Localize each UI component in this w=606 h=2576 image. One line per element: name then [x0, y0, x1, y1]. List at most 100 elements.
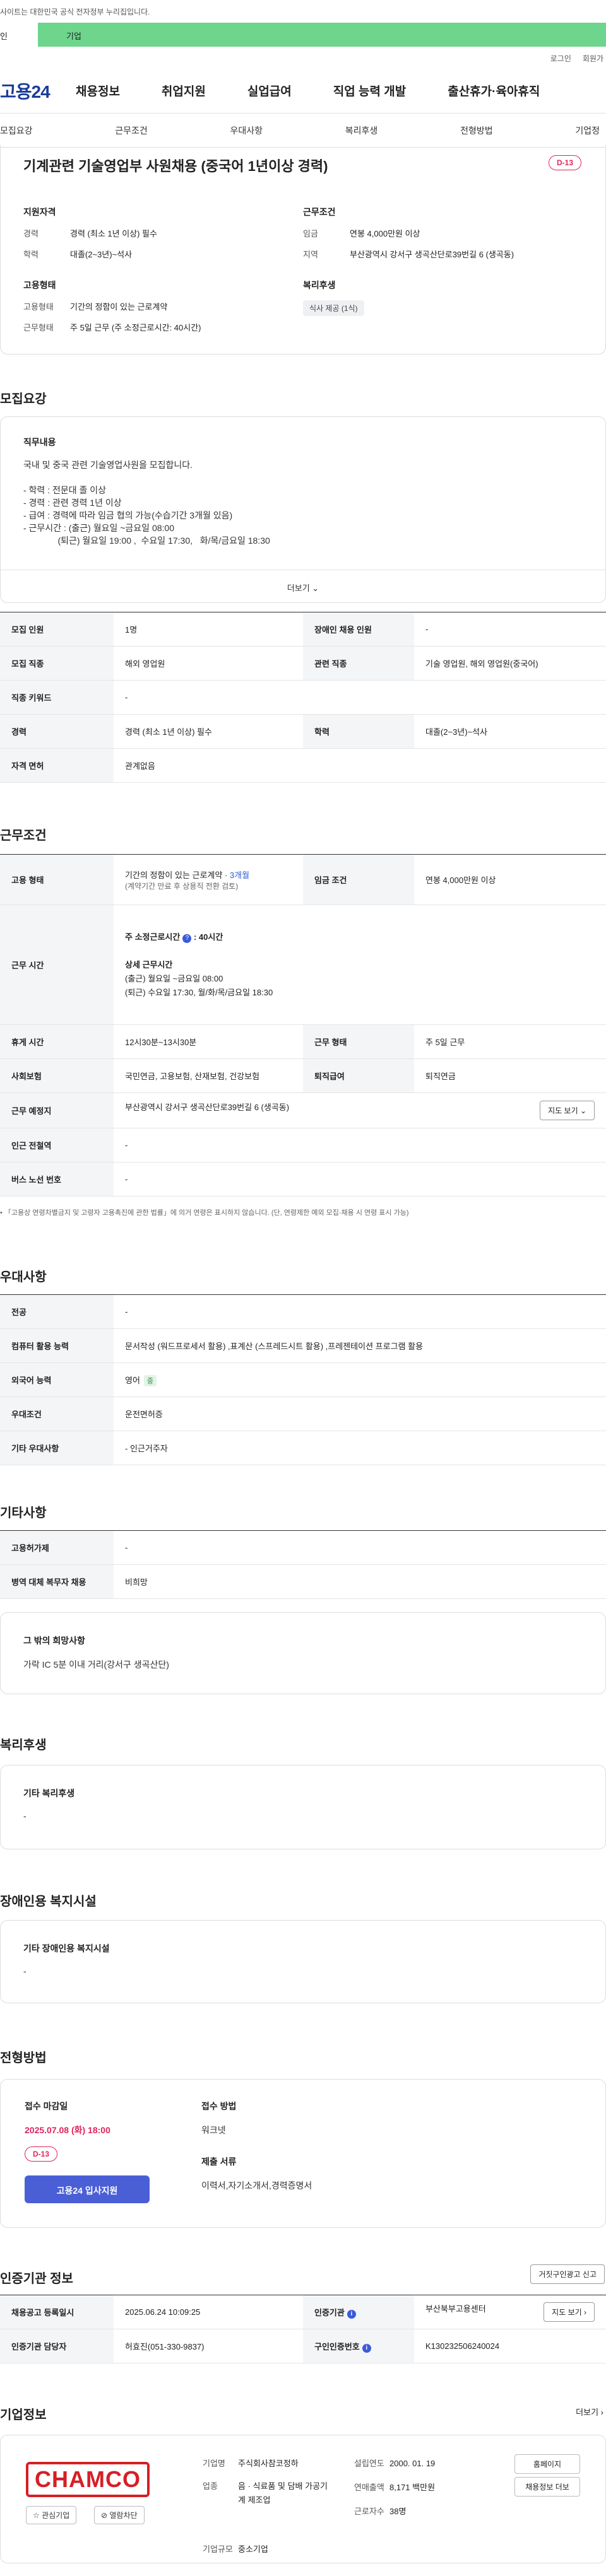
form-value: 주 5일 근무: [414, 1024, 606, 1059]
org-key-text: 인증기관: [314, 2307, 345, 2317]
company-more-link[interactable]: 더보기 ›: [576, 2406, 603, 2418]
company-box: CHAMCO ☆ 관심기업 ⊘ 열람차단 기업명 주식회사참코정하 업종 음 · 식…: [0, 2435, 606, 2563]
co-size-value: 중소기업: [238, 2544, 268, 2554]
nav-employment-support[interactable]: 취업지원: [162, 82, 206, 99]
lic-key: 자격 면허: [0, 748, 114, 783]
emp-heading: 고용형태: [23, 280, 56, 290]
time-h1: 주 소정근로시간: [125, 932, 181, 942]
org-value: 부산북부고용센터 지도 보기 ›: [414, 2295, 606, 2329]
rehire-value: -: [114, 1530, 606, 1565]
pref-etc-value: - 인근거주자: [114, 1431, 606, 1465]
subnav-company[interactable]: 기업정: [575, 124, 600, 137]
apply-dday-badge: D-13: [25, 2146, 58, 2162]
section-title-pref: 우대사항: [0, 1270, 47, 1284]
bus-key: 버스 노선 번호: [0, 1162, 114, 1197]
mgr-value: 허효진(051-330-9837): [114, 2329, 303, 2363]
lang-text: 영어: [125, 1375, 140, 1385]
pref-table: 전공 - 컴퓨터 활용 능력 문서작성 (워드프로세서 활용) ,표계산 (스프레드…: [0, 1294, 606, 1465]
job-desc-body: 국내 및 중국 관련 기술영업사원을 모집합니다. - 학력 : 전문대 졸 이…: [23, 460, 270, 546]
section-title-welfare: 복리후생: [0, 1738, 47, 1752]
deadline-value: 2025.07.08 (화) 18:00: [25, 2125, 110, 2135]
company-jobs-button[interactable]: 채용정보 더보: [514, 2477, 580, 2497]
career-key: 경력: [23, 229, 39, 238]
co-name-value: 주식회사참코정하: [238, 2459, 299, 2468]
etc-wish-value: 가락 IC 5분 이내 거리(강서구 생곡산단): [23, 1660, 169, 1670]
org-map-button[interactable]: 지도 보기 ›: [544, 2302, 595, 2322]
fav-company-button[interactable]: ☆ 관심기업: [26, 2506, 77, 2524]
etc-table: 고용허가제 - 병역 대체 복무자 채용 비희망: [0, 1530, 606, 1599]
age-notice: • 「고용상 연령차별금지 및 고령자 고용촉진에 관한 법률」에 의거 연령은…: [0, 1209, 409, 1217]
welfare-box: 기타 복리후생 -: [0, 1765, 606, 1849]
nav-jobs[interactable]: 채용정보: [76, 82, 120, 99]
site-logo[interactable]: 고용24: [0, 78, 76, 103]
job-desc-heading: 직무내용: [23, 437, 56, 447]
map-button[interactable]: 지도 보기 ⌄: [540, 1101, 595, 1120]
main-nav: 고용24 채용정보 취업지원 실업급여 직업 능력 개발 출산휴가·육아휴직: [0, 68, 606, 114]
co-biz-value: 음 · 식료품 및 담배 가공기계 제조업: [238, 2481, 328, 2505]
etc-wish-box: 그 밖의 희망사항 가락 IC 5분 이내 거리(강서구 생곡산단): [0, 1612, 606, 1694]
co-biz-row: 업종 음 · 식료품 및 담배 가공기계 제조업: [203, 2479, 354, 2507]
nav-maternity-leave[interactable]: 출산휴가·육아휴직: [448, 82, 540, 99]
job-description-box: 직무내용 국내 및 중국 관련 기술영업사원을 모집합니다. - 학력 : 전문…: [0, 416, 606, 603]
docs-value: 이력서,자기소개서,경력증명서: [201, 2181, 312, 2191]
rehire-key: 고용허가제: [0, 1530, 114, 1565]
subway-key: 인근 전철역: [0, 1128, 114, 1162]
docs-heading: 제출 서류: [201, 2157, 237, 2167]
site-tab-personal[interactable]: 인: [0, 23, 38, 47]
subnav-recruit[interactable]: 모집요강: [0, 124, 33, 137]
block-company-button[interactable]: ⊘ 열람차단: [94, 2506, 145, 2524]
gov-notice-bar: 사이트는 대한민국 공식 전자정부 누리집입니다.: [0, 0, 606, 23]
welfare-heading: 복리후생: [303, 280, 336, 290]
subnav-welfare[interactable]: 복리후생: [345, 124, 378, 137]
apply-right: 접수 방법 워크넷 제출 서류 이력서,자기소개서,경력증명서: [201, 2100, 312, 2192]
deadline-heading: 접수 마감일: [25, 2101, 68, 2111]
subnav-work[interactable]: 근무조건: [115, 124, 148, 137]
report-fake-ad-button[interactable]: 거짓구인광고 신고: [530, 2264, 605, 2284]
rel-key: 관련 직종: [303, 646, 414, 681]
subnav-apply[interactable]: 전형방법: [460, 124, 493, 137]
subnav-pref[interactable]: 우대사항: [230, 124, 263, 137]
edu-key: 학력: [23, 250, 39, 259]
org-info-icon[interactable]: i: [347, 2309, 356, 2319]
site-tab-business[interactable]: 기업: [38, 23, 101, 47]
site-tabs: 인 기업: [0, 23, 606, 47]
section-title-recruit: 모집요강: [0, 392, 47, 406]
time-key: 근무 시간: [0, 905, 114, 1025]
kw-value: -: [114, 680, 606, 715]
form-key: 근무 형태: [303, 1024, 414, 1059]
more-button[interactable]: 더보기 ⌄: [1, 570, 605, 602]
region-key: 지역: [303, 250, 318, 259]
summary-right: 근무조건 임금 연봉 4,000만원 이상 지역 부산광역시 강서구 생곡산단로39…: [303, 206, 583, 342]
signup-link[interactable]: 회원가: [583, 53, 603, 68]
section-subnav: 모집요강 근무조건 우대사항 복리후생 전형방법 기업정: [0, 114, 606, 148]
career-value: 경력 (최소 1년 이상) 필수: [70, 229, 157, 238]
help-icon[interactable]: ?: [182, 934, 192, 943]
count-key: 모집 인원: [0, 612, 114, 647]
military-value: 비희망: [114, 1564, 606, 1599]
gov-notice-text: 사이트는 대한민국 공식 전자정부 누리집입니다.: [0, 8, 150, 16]
pc-key: 컴퓨터 활용 능력: [0, 1328, 114, 1363]
time-line2: (퇴근) 수요일 17:30, 월/화/목/금요일 18:30: [125, 987, 273, 997]
lang-key: 외국어 능력: [0, 1362, 114, 1397]
login-link[interactable]: 로그인: [550, 53, 571, 68]
org-text: 부산북부고용센터: [425, 2304, 486, 2314]
kw-key: 직종 키워드: [0, 680, 114, 715]
welfare-box-value: -: [23, 1811, 27, 1821]
nav-vocational-training[interactable]: 직업 능력 개발: [333, 82, 406, 99]
wage2-key: 임금 조건: [303, 854, 414, 905]
co-est-row: 설립연도 2000. 01. 19: [354, 2457, 435, 2469]
disabled-box: 기타 장애인용 복지시설 -: [0, 1920, 606, 2003]
posting-summary: 기계관련 기술영업부 사원채용 (중국어 1년이상 경력) D-13 지원자격 …: [0, 145, 606, 354]
co-est-key: 설립연도: [354, 2459, 384, 2468]
id-info-icon[interactable]: i: [362, 2343, 371, 2353]
co-est-value: 2000. 01. 19: [389, 2459, 436, 2468]
apply-button[interactable]: 고용24 입사지원: [25, 2175, 150, 2203]
emp-type2-key: 고용 형태: [0, 854, 114, 905]
region-value: 부산광역시 강서구 생곡산단로39번길 6 (생곡동): [350, 250, 514, 259]
time-value: 주 소정근로시간? : 40시간 상세 근무시간 (출근) 월요일 ~금요일 0…: [114, 905, 606, 1025]
nav-unemployment-benefits[interactable]: 실업급여: [247, 82, 292, 99]
emp-type2-note: (계약기간 만료 후 상용직 전환 검토): [125, 881, 239, 891]
homepage-button[interactable]: 홈페이지: [514, 2454, 580, 2474]
job-type-key: 모집 직종: [0, 646, 114, 681]
edu-value: 대졸(2~3년)~석사: [70, 250, 133, 259]
